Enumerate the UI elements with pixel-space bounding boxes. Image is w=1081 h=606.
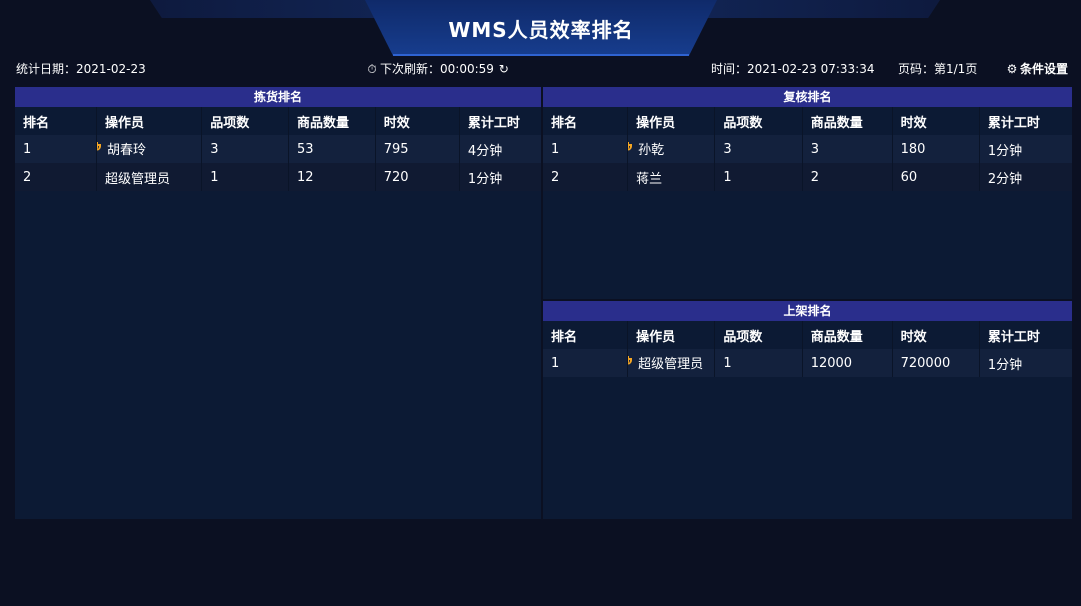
- stat-date-label: 统计日期：: [16, 62, 77, 76]
- hours-cell: 1分钟: [458, 163, 541, 191]
- qty-cell: 2: [801, 163, 893, 191]
- table-header: 排名 操作员 品项数 商品数量 时效 累计工时: [15, 107, 541, 135]
- column-header: 时效: [891, 107, 980, 135]
- column-header: 操作员: [627, 321, 715, 349]
- page-title: WMS人员效率排名: [448, 18, 634, 42]
- operator-name: 胡春玲: [107, 142, 147, 158]
- stat-date: 统计日期：2021-02-23: [16, 60, 146, 77]
- items-cell: 1: [714, 349, 803, 377]
- trophy-icon: 1: [628, 141, 634, 159]
- hours-cell: 2分钟: [978, 163, 1072, 191]
- refresh-time: 00:00:59: [440, 62, 494, 76]
- eff-cell: 60: [891, 163, 980, 191]
- column-header: 时效: [891, 321, 980, 349]
- trophy-icon: 1: [97, 141, 103, 159]
- eff-cell: 795: [374, 135, 460, 163]
- operator-cell: 1超级管理员: [627, 349, 715, 377]
- qty-cell: 53: [287, 135, 376, 163]
- hours-cell: 4分钟: [458, 135, 541, 163]
- items-cell: 1: [714, 163, 803, 191]
- operator-cell: 超级管理员: [96, 163, 202, 191]
- operator-name: 孙乾: [638, 142, 665, 158]
- rank-cell: 2: [543, 163, 628, 191]
- operator-cell: 1胡春玲: [96, 135, 202, 163]
- column-header: 排名: [543, 107, 628, 135]
- column-header: 操作员: [96, 107, 202, 135]
- shelving-table: 排名操作员品项数商品数量时效累计工时 11超级管理员1120007200001分…: [543, 321, 1072, 377]
- table-row: 2 蒋兰 1 2 60 2分钟: [543, 163, 1072, 191]
- gear-icon: ⚙: [1006, 62, 1018, 76]
- eff-cell: 720: [374, 163, 460, 191]
- qty-cell: 3: [801, 135, 893, 163]
- settings-label: 条件设置: [1020, 62, 1069, 76]
- column-header: 品项数: [714, 321, 803, 349]
- picking-table: 排名操作员品项数商品数量时效累计工时 11胡春玲3537954分钟2超级管理员1…: [15, 107, 541, 191]
- items-cell: 3: [201, 135, 289, 163]
- items-cell: 3: [714, 135, 803, 163]
- column-header: 累计工时: [458, 107, 541, 135]
- column-header: 时效: [374, 107, 460, 135]
- settings-button[interactable]: ⚙ 条件设置: [1006, 60, 1068, 77]
- column-header: 商品数量: [801, 321, 893, 349]
- picking-title: 拣货排名: [15, 87, 541, 107]
- rank-cell: 1: [543, 349, 628, 377]
- table-row: 11胡春玲3537954分钟: [15, 135, 541, 163]
- operator-name: 超级管理员: [105, 171, 171, 187]
- table-row: 11孙乾331801分钟: [543, 135, 1072, 163]
- eff-cell: 720000: [891, 349, 980, 377]
- trophy-icon: 1: [628, 355, 634, 373]
- review-title: 复核排名: [543, 87, 1072, 107]
- column-header: 累计工时: [978, 107, 1072, 135]
- rank-cell: 2: [15, 163, 97, 191]
- refresh-label: 下次刷新：: [380, 62, 441, 76]
- column-header: 累计工时: [978, 321, 1072, 349]
- page-indicator: 页码：第1/1页: [898, 62, 978, 76]
- review-table: 排名操作员品项数商品数量时效累计工时 11孙乾331801分钟2蒋兰12602分…: [543, 107, 1072, 191]
- stat-date-value: 2021-02-23: [76, 62, 146, 76]
- column-header: 操作员: [627, 107, 715, 135]
- current-time: 时间：2021-02-23 07:33:34: [711, 60, 874, 77]
- column-header: 商品数量: [287, 107, 376, 135]
- operator-name: 蒋兰: [636, 171, 663, 187]
- column-header: 排名: [543, 321, 628, 349]
- column-header: 排名: [15, 107, 97, 135]
- column-header: 品项数: [714, 107, 803, 135]
- operator-cell: 1孙乾: [627, 135, 715, 163]
- rank-cell: 1: [15, 135, 97, 163]
- shelving-title: 上架排名: [543, 301, 1072, 321]
- column-header: 品项数: [201, 107, 289, 135]
- time-label: 时间：: [711, 62, 748, 76]
- picking-panel: 拣货排名 排名操作员品项数商品数量时效累计工时 11胡春玲3537954分钟2超…: [15, 87, 541, 519]
- table-row: 2 超级管理员 1 12 720 1分钟: [15, 163, 541, 191]
- refresh-icon[interactable]: ↻: [498, 62, 510, 76]
- hours-cell: 1分钟: [978, 349, 1072, 377]
- hours-cell: 1分钟: [978, 135, 1072, 163]
- eff-cell: 180: [891, 135, 980, 163]
- rank-cell: 1: [543, 135, 628, 163]
- operator-name: 超级管理员: [638, 356, 704, 372]
- table-header: 排名 操作员 品项数 商品数量 时效 累计工时: [543, 321, 1072, 349]
- qty-cell: 12: [287, 163, 376, 191]
- operator-cell: 蒋兰: [627, 163, 715, 191]
- table-header: 排名 操作员 品项数 商品数量 时效 累计工时: [543, 107, 1072, 135]
- refresh-countdown: ⏱ 下次刷新：00:00:59 ↻: [366, 60, 512, 77]
- items-cell: 1: [201, 163, 289, 191]
- qty-cell: 12000: [801, 349, 893, 377]
- shelving-panel: 上架排名 排名操作员品项数商品数量时效累计工时 11超级管理员112000720…: [543, 301, 1072, 519]
- stopwatch-icon: ⏱: [367, 62, 377, 76]
- time-value: 2021-02-23 07:33:34: [747, 62, 875, 76]
- column-header: 商品数量: [801, 107, 893, 135]
- table-row: 11超级管理员1120007200001分钟: [543, 349, 1072, 377]
- review-panel: 复核排名 排名操作员品项数商品数量时效累计工时 11孙乾331801分钟2蒋兰1…: [543, 87, 1072, 299]
